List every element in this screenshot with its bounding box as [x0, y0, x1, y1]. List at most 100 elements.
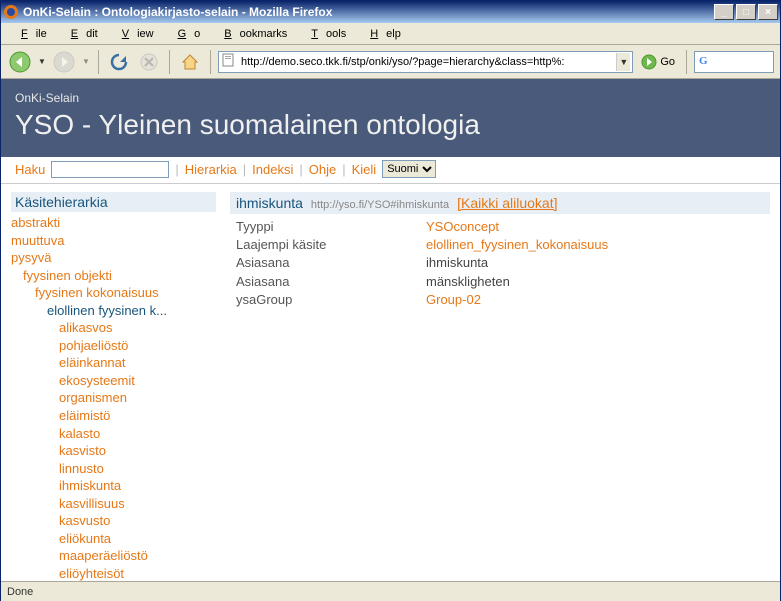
concept-uri: http://yso.fi/YSO#ihmiskunta — [311, 199, 449, 211]
sidebar-heading: Käsitehierarkia — [11, 192, 216, 212]
nav-separator: | — [342, 162, 345, 177]
tree-item[interactable]: organismen — [11, 389, 216, 407]
menu-tools[interactable]: Tools — [295, 25, 354, 43]
tree-item[interactable]: abstrakti — [11, 214, 216, 232]
property-value: ihmiskunta — [426, 254, 488, 272]
tree-item[interactable]: eläinkannat — [11, 354, 216, 372]
forward-button[interactable] — [51, 49, 77, 75]
back-button[interactable] — [7, 49, 33, 75]
tree-item[interactable]: kalasto — [11, 425, 216, 443]
nav-kieli[interactable]: Kieli — [352, 162, 377, 177]
hierarchy-tree: abstraktimuuttuvapysyväfyysinen objektif… — [11, 212, 216, 581]
property-link[interactable]: YSOconcept — [426, 219, 499, 234]
all-subclasses-link[interactable]: [Kaikki aliluokat] — [457, 195, 557, 211]
search-input[interactable] — [51, 161, 169, 178]
page-content: OnKi-Selain YSO - Yleinen suomalainen on… — [1, 79, 780, 581]
property-value: Group-02 — [426, 291, 481, 309]
maximize-button[interactable]: □ — [736, 4, 756, 20]
tree-item[interactable]: kasvisto — [11, 442, 216, 460]
back-dropdown[interactable]: ▼ — [37, 49, 47, 75]
status-bar: Done — [1, 581, 780, 601]
tree-item[interactable]: pohjaeliöstö — [11, 337, 216, 355]
tree-item[interactable]: linnusto — [11, 460, 216, 478]
toolbar-separator-4 — [686, 50, 687, 74]
property-label: Laajempi käsite — [236, 236, 426, 254]
property-value: YSOconcept — [426, 218, 499, 236]
menu-bookmarks[interactable]: Bookmarks — [208, 25, 295, 43]
nav-indeksi[interactable]: Indeksi — [252, 162, 293, 177]
nav-separator: | — [175, 162, 178, 177]
window-controls: _ □ × — [714, 4, 778, 20]
reload-button[interactable] — [106, 49, 132, 75]
forward-dropdown[interactable]: ▼ — [81, 49, 91, 75]
property-link[interactable]: elollinen_fyysinen_kokonaisuus — [426, 237, 608, 252]
toolbar: ▼ ▼ ▼ Go G — [1, 45, 780, 79]
nav-ohje[interactable]: Ohje — [309, 162, 336, 177]
tree-item[interactable]: eliöyhteisöt — [11, 565, 216, 581]
property-label: Tyyppi — [236, 218, 426, 236]
concept-name: ihmiskunta — [236, 195, 303, 211]
property-link[interactable]: Group-02 — [426, 292, 481, 307]
tree-item[interactable]: ekosysteemit — [11, 372, 216, 390]
concept-header: ihmiskunta http://yso.fi/YSO#ihmiskunta … — [230, 192, 770, 214]
nav-separator: | — [299, 162, 302, 177]
page-body: Käsitehierarkia abstraktimuuttuvapysyväf… — [1, 184, 780, 581]
property-value: mänskligheten — [426, 273, 510, 291]
concept-properties: TyyppiYSOconceptLaajempi käsiteelollinen… — [230, 214, 770, 313]
language-select[interactable]: Suomi — [382, 160, 436, 178]
window-title: OnKi-Selain : Ontologiakirjasto-selain -… — [23, 5, 714, 19]
page-header: OnKi-Selain YSO - Yleinen suomalainen on… — [1, 79, 780, 157]
tree-item[interactable]: eliökunta — [11, 530, 216, 548]
property-value: elollinen_fyysinen_kokonaisuus — [426, 236, 608, 254]
sidebar: Käsitehierarkia abstraktimuuttuvapysyväf… — [11, 192, 216, 581]
menu-bar: File Edit View Go Bookmarks Tools Help — [1, 23, 780, 45]
firefox-icon — [3, 4, 19, 20]
menu-go[interactable]: Go — [162, 25, 209, 43]
property-row: ysaGroupGroup-02 — [236, 291, 764, 309]
tree-item[interactable]: fyysinen kokonaisuus — [11, 284, 216, 302]
tree-item[interactable]: maaperäeliöstö — [11, 547, 216, 565]
url-dropdown[interactable]: ▼ — [616, 53, 630, 71]
tree-item[interactable]: elollinen fyysinen k... — [11, 302, 216, 320]
menu-view[interactable]: View — [106, 25, 162, 43]
tree-item[interactable]: pysyvä — [11, 249, 216, 267]
main-panel: ihmiskunta http://yso.fi/YSO#ihmiskunta … — [230, 192, 770, 581]
tree-item[interactable]: muuttuva — [11, 232, 216, 250]
tree-item[interactable]: kasvillisuus — [11, 495, 216, 513]
nav-hierarkia[interactable]: Hierarkia — [185, 162, 237, 177]
search-box[interactable]: G — [694, 51, 774, 73]
status-text: Done — [7, 586, 33, 598]
property-label: ysaGroup — [236, 291, 426, 309]
property-row: Asiasanaihmiskunta — [236, 254, 764, 272]
menu-edit[interactable]: Edit — [55, 25, 106, 43]
page-icon — [221, 53, 235, 70]
menu-help[interactable]: Help — [354, 25, 409, 43]
property-row: Laajempi käsiteelollinen_fyysinen_kokona… — [236, 236, 764, 254]
toolbar-separator — [98, 50, 99, 74]
minimize-button[interactable]: _ — [714, 4, 734, 20]
breadcrumb: OnKi-Selain — [15, 91, 766, 105]
window-titlebar: OnKi-Selain : Ontologiakirjasto-selain -… — [1, 1, 780, 23]
tree-item[interactable]: eläimistö — [11, 407, 216, 425]
nav-separator: | — [243, 162, 246, 177]
property-row: Asiasanamänskligheten — [236, 273, 764, 291]
tree-item[interactable]: ihmiskunta — [11, 477, 216, 495]
menu-file[interactable]: File — [5, 25, 55, 43]
address-bar[interactable]: ▼ — [218, 51, 633, 73]
google-icon: G — [699, 53, 713, 70]
go-button[interactable]: Go — [637, 54, 679, 70]
go-label: Go — [660, 56, 675, 68]
close-button[interactable]: × — [758, 4, 778, 20]
property-row: TyyppiYSOconcept — [236, 218, 764, 236]
toolbar-separator-3 — [210, 50, 211, 74]
property-label: Asiasana — [236, 273, 426, 291]
tree-item[interactable]: fyysinen objekti — [11, 267, 216, 285]
tree-item[interactable]: kasvusto — [11, 512, 216, 530]
nav-haku[interactable]: Haku — [15, 162, 45, 177]
top-nav: Haku | Hierarkia | Indeksi | Ohje | Kiel… — [1, 157, 780, 184]
svg-text:G: G — [699, 55, 708, 67]
tree-item[interactable]: alikasvos — [11, 319, 216, 337]
stop-button[interactable] — [136, 49, 162, 75]
url-input[interactable] — [239, 55, 612, 69]
home-button[interactable] — [177, 49, 203, 75]
